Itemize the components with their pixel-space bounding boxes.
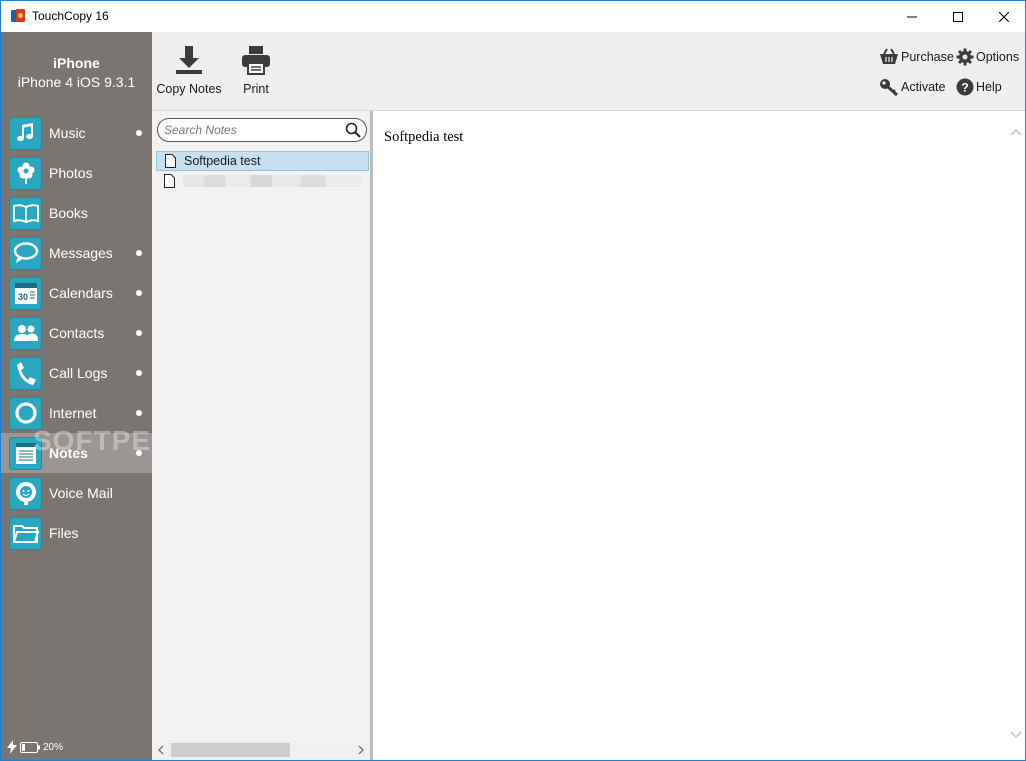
document-icon xyxy=(165,154,176,168)
sync-dot xyxy=(136,410,142,416)
purchase-label: Purchase xyxy=(901,50,954,64)
sidebar-item-label: Books xyxy=(49,205,88,221)
notes-list-panel: Softpedia test xyxy=(152,111,373,760)
options-button[interactable]: Options xyxy=(956,48,1019,66)
note-title: Softpedia test xyxy=(184,154,261,168)
window-title: TouchCopy 16 xyxy=(32,9,109,23)
search-input[interactable] xyxy=(164,122,340,138)
sidebar-item-voice-mail[interactable]: Voice Mail xyxy=(1,473,152,513)
search-box xyxy=(157,118,367,142)
note-content-panel[interactable]: Softpedia test xyxy=(375,112,1025,760)
copy-notes-button[interactable]: Copy Notes xyxy=(156,44,222,96)
horizontal-scrollbar[interactable] xyxy=(152,740,370,760)
key-icon xyxy=(880,79,898,96)
sidebar-item-label: Photos xyxy=(49,165,93,181)
music-icon xyxy=(16,123,33,142)
battery-level: 20% xyxy=(43,741,64,753)
sidebar-item-photos[interactable]: Photos xyxy=(1,153,152,193)
chevron-down-icon[interactable] xyxy=(1010,731,1022,739)
calendar-icon: 30 xyxy=(14,283,37,304)
device-info: iPhone 4 iOS 9.3.1 xyxy=(17,74,136,90)
sidebar-item-music[interactable]: Music xyxy=(1,113,152,153)
contacts-icon xyxy=(13,325,38,341)
sidebar-item-label: Contacts xyxy=(49,325,105,341)
device-panel: iPhone iPhone 4 iOS 9.3.1 xyxy=(1,32,152,111)
sync-dot xyxy=(136,370,142,376)
sidebar-item-messages[interactable]: Messages xyxy=(1,233,152,273)
sync-dot xyxy=(136,450,142,456)
help-label: Help xyxy=(976,80,1002,94)
sidebar-item-contacts[interactable]: Contacts xyxy=(1,313,152,353)
help-button[interactable]: ? Help xyxy=(956,78,1002,96)
chevron-up-icon[interactable] xyxy=(1010,128,1022,136)
sync-dot xyxy=(136,250,142,256)
sidebar-item-internet[interactable]: Internet xyxy=(1,393,152,433)
charging-icon xyxy=(7,740,17,754)
scrollbar-thumb[interactable] xyxy=(171,743,290,757)
status-bar: 20% xyxy=(1,734,152,760)
app-window: TouchCopy 16 iPhone iPhone 4 iOS 9.3.1 C… xyxy=(0,0,1026,761)
maximize-icon xyxy=(953,11,963,22)
sidebar-item-files[interactable]: Files xyxy=(1,513,152,553)
book-icon xyxy=(12,204,39,223)
print-label: Print xyxy=(243,82,269,96)
voicemail-icon xyxy=(15,482,36,505)
obscured-note-title xyxy=(183,175,361,187)
sidebar-item-calendars[interactable]: 30 Calendars xyxy=(1,273,152,313)
calendar-day-text: 30 xyxy=(17,292,27,302)
sidebar-item-label: Music xyxy=(49,125,86,141)
sidebar-item-label: Notes xyxy=(49,445,88,461)
close-button[interactable] xyxy=(981,1,1026,32)
document-icon xyxy=(164,174,175,188)
print-button[interactable]: Print xyxy=(236,44,276,96)
maximize-button[interactable] xyxy=(935,1,981,32)
purchase-button[interactable]: Purchase xyxy=(879,48,954,66)
minimize-icon xyxy=(907,16,917,17)
speech-bubble-icon xyxy=(13,242,38,263)
close-icon xyxy=(999,11,1009,22)
notepad-icon xyxy=(15,443,36,464)
toolbar: Copy Notes Print Purchase Options Activa… xyxy=(152,32,1025,111)
chevron-left-icon[interactable] xyxy=(158,745,164,755)
title-bar: TouchCopy 16 xyxy=(1,1,1025,32)
download-icon xyxy=(176,46,202,74)
activate-label: Activate xyxy=(901,80,946,94)
options-label: Options xyxy=(976,50,1020,64)
flower-icon xyxy=(17,162,34,184)
list-item[interactable] xyxy=(156,171,369,191)
note-body[interactable]: Softpedia test xyxy=(384,129,463,146)
printer-icon xyxy=(242,46,270,75)
basket-icon xyxy=(880,48,898,64)
sync-dot xyxy=(136,330,142,336)
sync-dot xyxy=(136,290,142,296)
sidebar: Music Photos Books Messages 30 Calendars… xyxy=(1,111,152,734)
sidebar-item-label: Call Logs xyxy=(49,365,108,381)
sidebar-item-notes[interactable]: Notes xyxy=(1,433,152,473)
gear-icon xyxy=(956,48,974,66)
activate-button[interactable]: Activate xyxy=(879,78,945,96)
chevron-right-icon[interactable] xyxy=(358,745,364,755)
phone-icon xyxy=(16,362,36,385)
sidebar-item-label: Calendars xyxy=(49,285,113,301)
copy-notes-label: Copy Notes xyxy=(156,82,222,96)
folder-icon xyxy=(12,525,39,543)
device-name: iPhone xyxy=(53,55,100,71)
touchcopy-logo-icon xyxy=(11,9,25,22)
sidebar-item-call-logs[interactable]: Call Logs xyxy=(1,353,152,393)
svg-text:?: ? xyxy=(961,81,968,95)
help-icon: ? xyxy=(956,78,974,96)
sidebar-item-label: Files xyxy=(49,525,79,541)
search-icon[interactable] xyxy=(345,122,361,138)
sidebar-item-label: Voice Mail xyxy=(49,485,113,501)
minimize-button[interactable] xyxy=(889,1,935,32)
sidebar-item-books[interactable]: Books xyxy=(1,193,152,233)
list-item[interactable]: Softpedia test xyxy=(156,151,369,171)
battery-icon xyxy=(20,741,40,753)
sidebar-item-label: Internet xyxy=(49,405,97,421)
globe-icon xyxy=(14,402,37,424)
sync-dot xyxy=(136,130,142,136)
sidebar-item-label: Messages xyxy=(49,245,113,261)
